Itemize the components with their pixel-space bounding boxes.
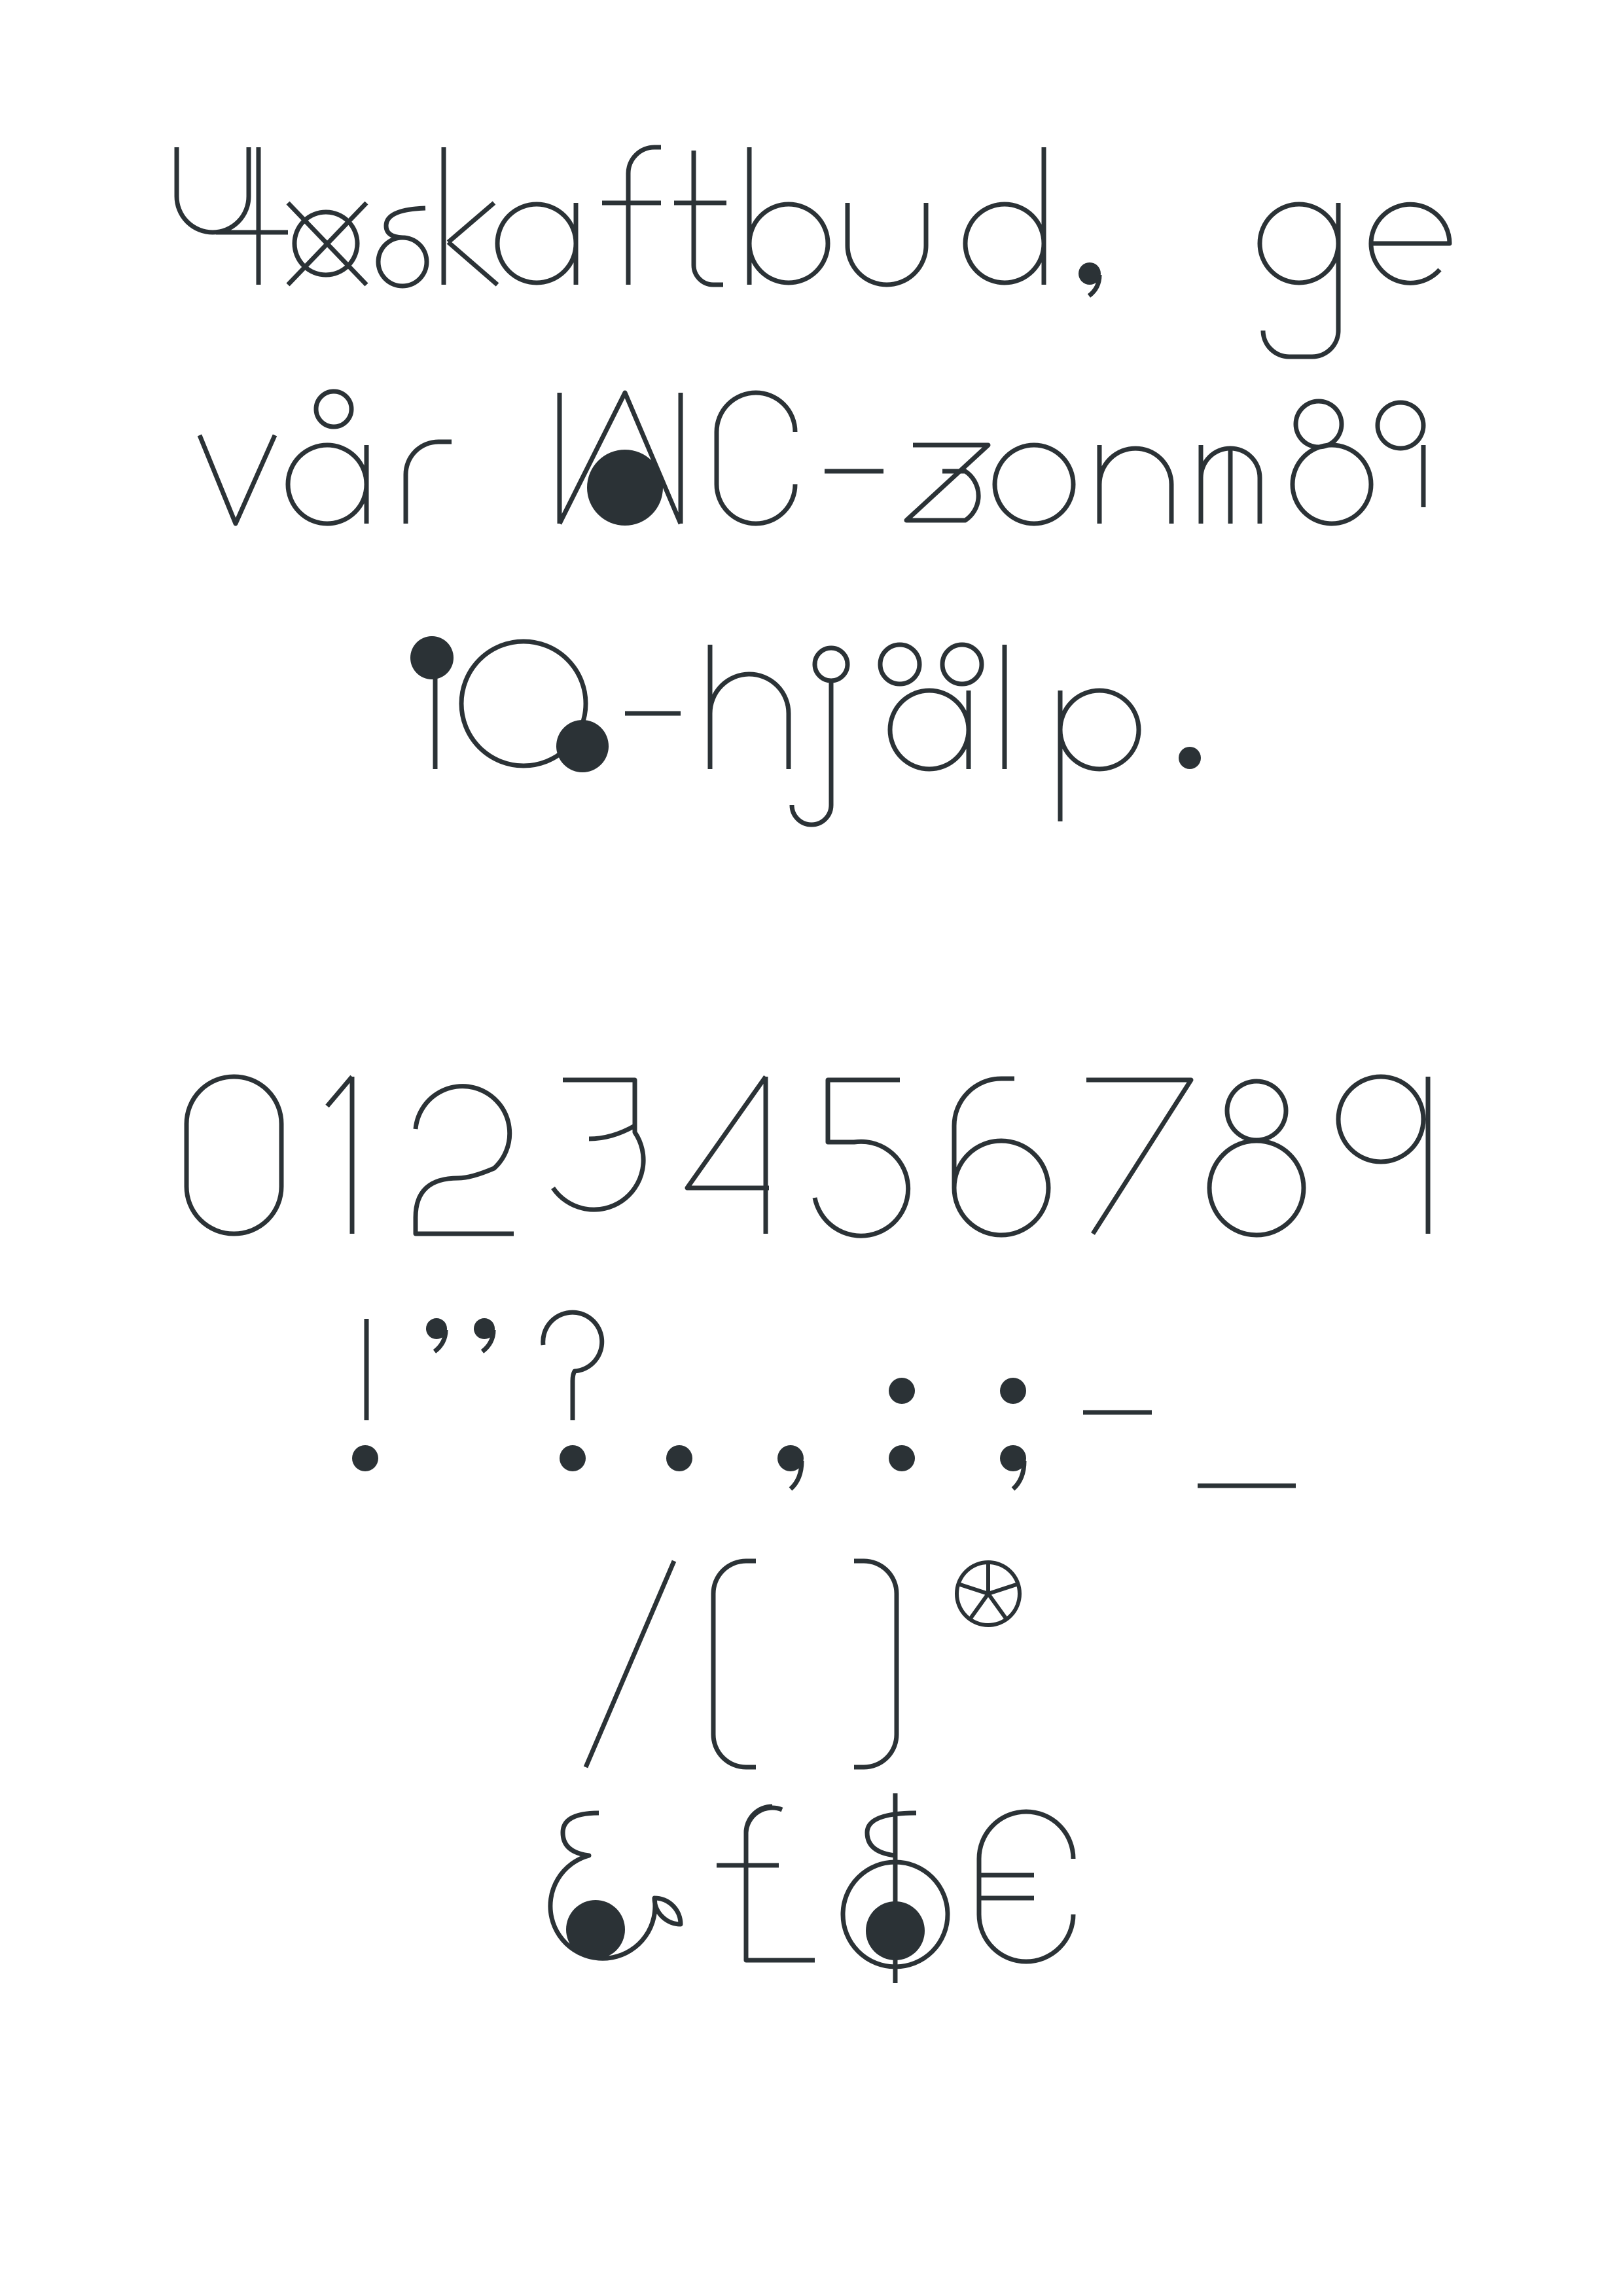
brackets-row (583, 1558, 1022, 1770)
glyph-p (1058, 688, 1141, 821)
pangram-line-1 (174, 145, 1452, 359)
glyph-paren-right (854, 1558, 899, 1770)
glyph-asterisk (955, 1560, 1022, 1627)
glyph-comma (1079, 262, 1102, 298)
glyph-s (376, 206, 429, 289)
glyph-a-ring (285, 389, 369, 526)
glyph-Q (459, 639, 609, 772)
glyph-j (789, 645, 850, 827)
glyph-7 (1086, 1077, 1194, 1235)
glyph-b (747, 147, 830, 285)
punctuation-row (352, 1310, 1296, 1491)
glyph-period (666, 1445, 692, 1471)
glyph-question (541, 1310, 605, 1471)
glyph-comma (777, 1445, 804, 1491)
glyph-d (963, 147, 1046, 285)
pangram-line-3 (410, 636, 1201, 827)
glyph-v (197, 434, 277, 526)
glyph-exclamation (352, 1319, 378, 1471)
glyph-colon (889, 1378, 915, 1471)
glyph-6 (952, 1076, 1051, 1238)
specimen-drawing (174, 145, 1452, 1983)
currency-row (548, 1793, 1076, 1983)
font-specimen-page: Yxskaftbud, ge vår WC-zonmö IQ-hjälp. 01… (0, 0, 1623, 2296)
glyph-pound (717, 1804, 815, 1963)
glyph-m (1198, 445, 1262, 524)
glyph-period (1179, 747, 1201, 769)
glyph-u (845, 203, 929, 287)
glyph-e (1368, 202, 1452, 285)
glyph-euro (976, 1809, 1076, 1964)
glyph-h (707, 645, 791, 769)
glyph-g (1257, 202, 1341, 359)
glyph-k (441, 147, 499, 287)
glyph-W (557, 390, 683, 526)
glyph-0 (184, 1074, 284, 1236)
glyph-o (992, 442, 1076, 526)
glyph-ampersand (548, 1810, 683, 1961)
glyph-C (714, 390, 798, 526)
glyph-slash (583, 1560, 677, 1768)
glyph-4 (685, 1075, 769, 1234)
pangram-line-2 (197, 389, 1426, 526)
glyph-9 (1336, 1074, 1431, 1234)
glyph-a (495, 202, 579, 285)
glyph-paren-left (711, 1558, 756, 1770)
glyph-Y (174, 147, 288, 285)
glyph-3 (551, 1077, 646, 1212)
glyph-x (286, 201, 368, 287)
glyph-I (410, 636, 454, 769)
glyph-1 (325, 1075, 355, 1234)
glyph-n (1097, 445, 1174, 524)
glyph-t (674, 151, 726, 287)
glyph-z (904, 442, 991, 523)
glyph-5 (812, 1077, 911, 1238)
glyph-o-umlaut (1290, 399, 1426, 526)
glyph-a-umlaut (878, 642, 984, 772)
glyph-quote (426, 1318, 496, 1354)
digits-row (184, 1074, 1431, 1238)
glyph-r (403, 439, 452, 524)
glyph-8 (1207, 1079, 1306, 1238)
glyph-2 (413, 1084, 514, 1236)
glyph-dollar (840, 1793, 950, 1983)
glyph-semicolon (1000, 1378, 1027, 1491)
glyph-f (602, 145, 661, 285)
